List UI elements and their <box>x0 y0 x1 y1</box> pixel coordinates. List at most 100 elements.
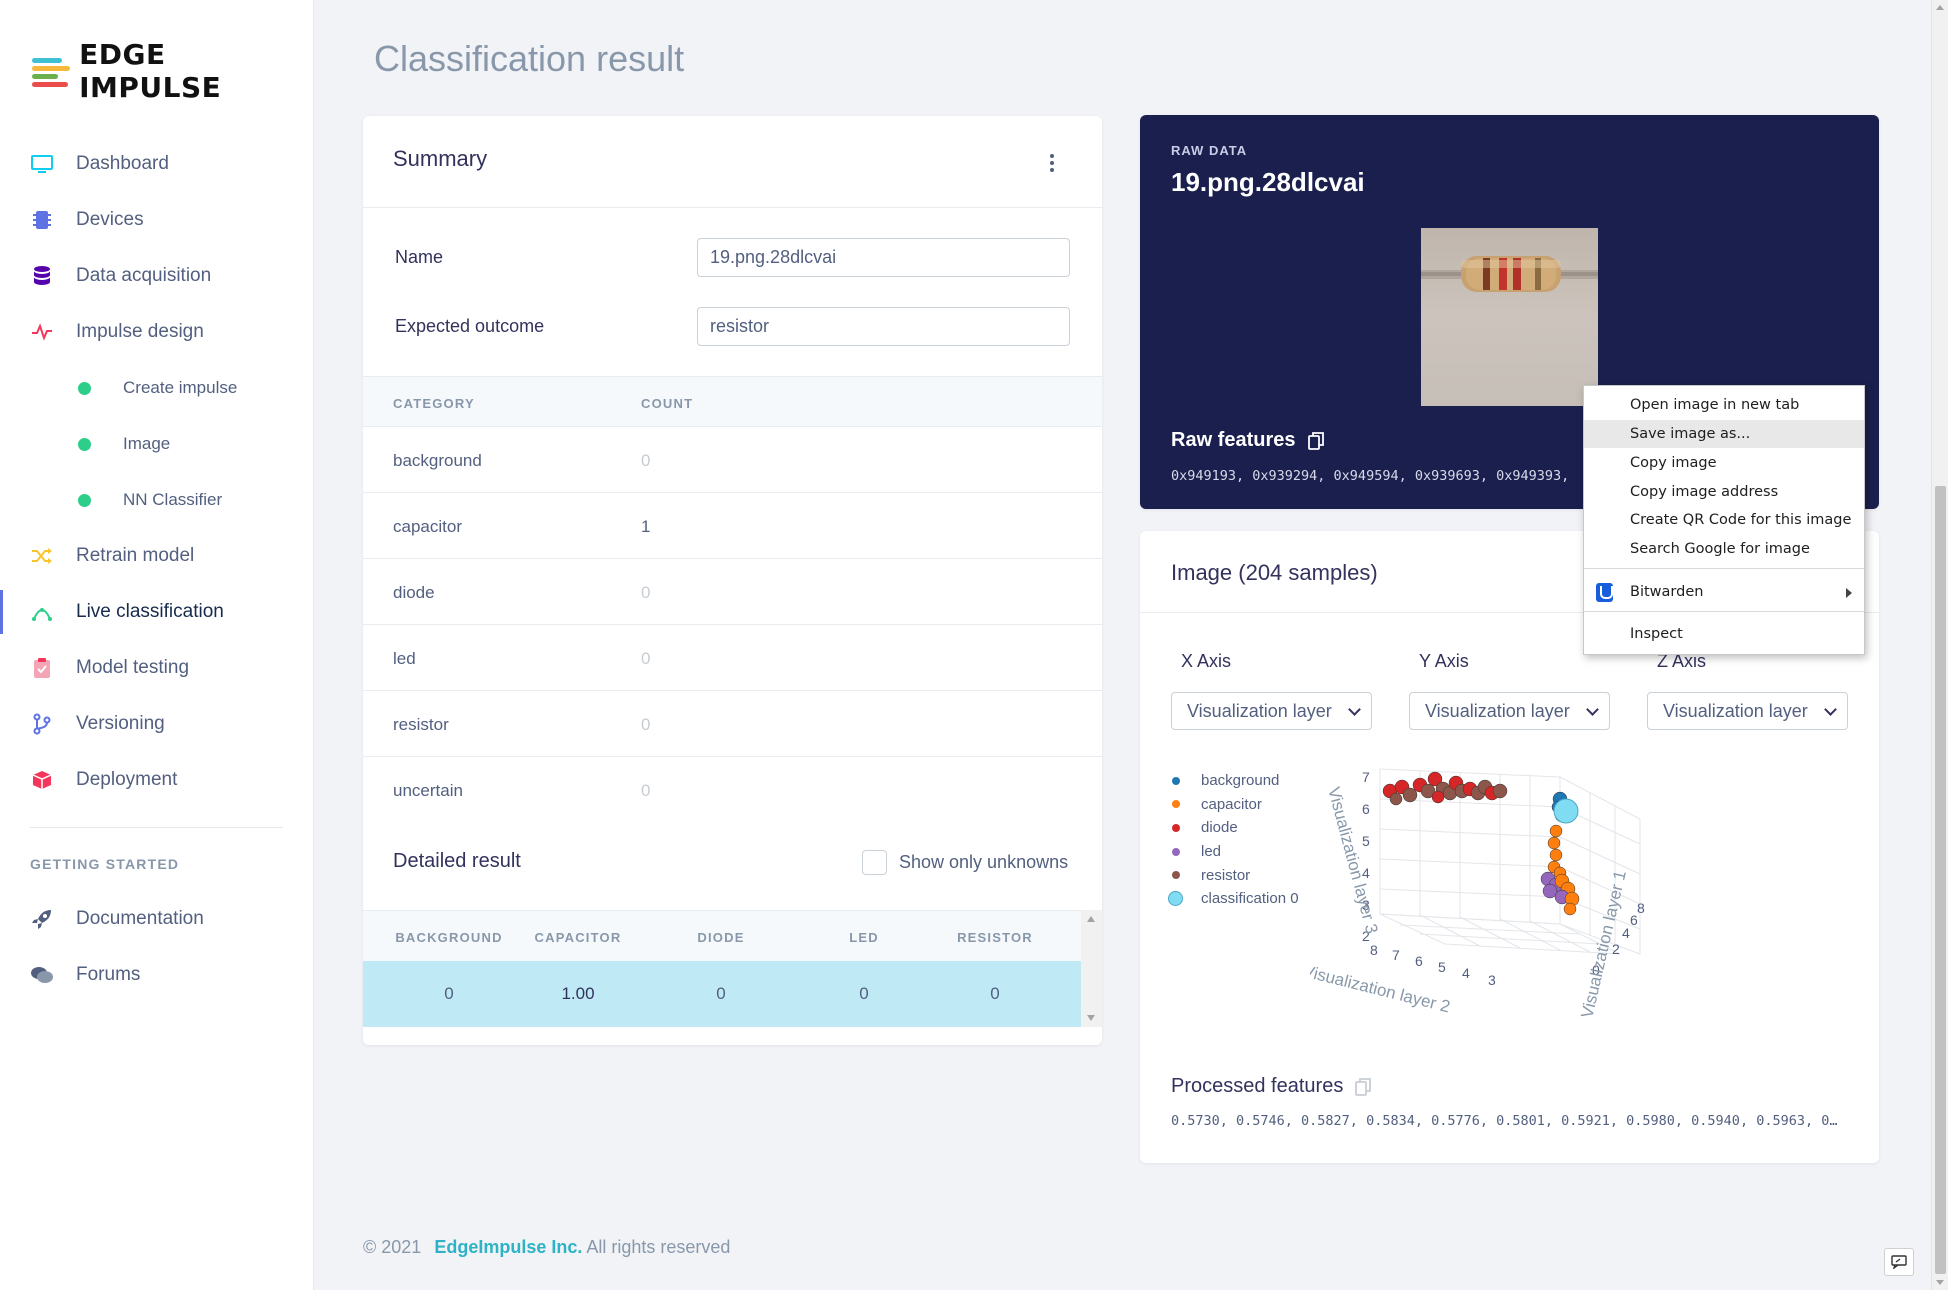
x-tick: 8 <box>1370 942 1378 958</box>
detailed-result-title: Detailed result <box>393 850 521 872</box>
count-cell: 0 <box>641 715 651 734</box>
page-scrollbar[interactable] <box>1931 0 1948 1290</box>
data-point <box>1492 783 1508 799</box>
sidebar-item-image[interactable]: Image <box>0 416 314 472</box>
more-options-icon[interactable] <box>1050 154 1056 172</box>
sidebar-item-forums[interactable]: Forums <box>0 947 314 1003</box>
show-only-unknowns-label: Show only unknowns <box>899 852 1069 872</box>
data-point <box>1563 902 1577 916</box>
legend-item[interactable]: classification 0 <box>1168 887 1299 911</box>
legend-item[interactable]: diode <box>1168 816 1299 840</box>
footer-copyright: © 2021 <box>363 1237 422 1257</box>
sidebar-item-dashboard[interactable]: Dashboard <box>0 136 314 192</box>
raw-features-values: 0x949193, 0x939294, 0x949594, 0x939693, … <box>1171 468 1570 484</box>
show-only-unknowns-toggle[interactable]: Show only unknowns <box>862 850 1068 875</box>
name-label: Name <box>395 247 444 267</box>
sidebar-item-model-testing[interactable]: Model testing <box>0 640 314 696</box>
menu-item-search-google-image[interactable]: Search Google for image <box>1584 535 1864 563</box>
legend-label: capacitor <box>1201 795 1262 813</box>
col-led: LED <box>849 930 879 945</box>
table-row: uncertain 0 <box>363 757 1102 823</box>
sidebar-item-label: Image <box>123 434 171 453</box>
y-tick: 8 <box>1637 900 1645 916</box>
footer-company-link[interactable]: EdgeImpulse Inc. <box>434 1237 582 1257</box>
name-field[interactable]: 19.png.28dlcvai <box>697 238 1070 277</box>
menu-item-copy-image-address[interactable]: Copy image address <box>1584 478 1864 506</box>
col-background: BACKGROUND <box>395 930 503 945</box>
sidebar-item-live-classification[interactable]: Live classification <box>0 584 314 640</box>
menu-item-open-image-new-tab[interactable]: Open image in new tab <box>1584 391 1864 419</box>
legend-marker <box>1168 891 1183 907</box>
sidebar-item-deployment[interactable]: Deployment <box>0 752 314 808</box>
main-nav: Dashboard Devices Data acquisition Impul… <box>0 136 314 808</box>
z-axis-select[interactable]: Visualization layer <box>1647 692 1848 730</box>
raw-data-label: RAW DATA <box>1171 143 1248 158</box>
legend-item[interactable]: resistor <box>1168 863 1299 887</box>
footer: © 2021 EdgeImpulse Inc. All rights reser… <box>363 1237 730 1258</box>
z-tick: 6 <box>1362 801 1370 817</box>
menu-separator <box>1584 568 1864 569</box>
3d-scatter-plot[interactable]: 7 6 5 4 3 2 8 7 6 5 4 3 0 2 4 6 8 Visual… <box>1310 749 1720 1039</box>
table-row: background 0 <box>363 427 1102 493</box>
chat-icon <box>30 963 54 987</box>
legend-item[interactable]: background <box>1168 769 1299 793</box>
menu-item-create-qr-code[interactable]: Create QR Code for this image <box>1584 506 1864 534</box>
dot-icon <box>78 437 91 451</box>
legend-item[interactable]: capacitor <box>1168 793 1299 817</box>
sample-image[interactable] <box>1421 228 1598 406</box>
col-diode: DIODE <box>697 930 745 945</box>
sidebar: EDGE IMPULSE Dashboard Devices Data acqu… <box>0 0 314 1290</box>
menu-item-copy-image[interactable]: Copy image <box>1584 449 1864 477</box>
sidebar-item-data-acquisition[interactable]: Data acquisition <box>0 248 314 304</box>
sidebar-item-devices[interactable]: Devices <box>0 192 314 248</box>
x-axis-select[interactable]: Visualization layer <box>1171 692 1372 730</box>
category-cell: resistor <box>393 715 449 734</box>
y-axis-title: Visualization layer 1 <box>1577 869 1629 1020</box>
count-cell: 0 <box>641 649 651 668</box>
page-title: Classification result <box>374 38 685 79</box>
show-only-unknowns-checkbox[interactable] <box>862 850 887 875</box>
feedback-button[interactable] <box>1884 1248 1914 1276</box>
sidebar-item-nn-classifier[interactable]: NN Classifier <box>0 472 314 528</box>
sidebar-item-versioning[interactable]: Versioning <box>0 696 314 752</box>
y-axis-select[interactable]: Visualization layer <box>1409 692 1610 730</box>
category-cell: capacitor <box>393 517 462 536</box>
sidebar-item-documentation[interactable]: Documentation <box>0 891 314 947</box>
scrollbar-thumb[interactable] <box>1935 486 1946 1274</box>
x-tick: 7 <box>1392 947 1400 963</box>
table-row: diode 0 <box>363 559 1102 625</box>
feature-explorer-title: Image (204 samples) <box>1171 560 1378 585</box>
data-point <box>1547 836 1561 850</box>
sidebar-item-label: Forums <box>76 964 141 985</box>
sidebar-item-label: Impulse design <box>76 321 204 342</box>
z-axis-title: Visualization layer 3 <box>1324 785 1381 936</box>
copy-icon[interactable] <box>1307 431 1324 450</box>
sidebar-item-label: Versioning <box>76 713 165 734</box>
copy-icon[interactable] <box>1355 1077 1372 1096</box>
brand[interactable]: EDGE IMPULSE <box>30 38 313 104</box>
category-table-header: CATEGORY COUNT <box>363 376 1102 427</box>
nav-divider <box>30 827 283 828</box>
menu-item-save-image-as[interactable]: Save image as... <box>1584 420 1864 448</box>
sidebar-item-impulse-design[interactable]: Impulse design <box>0 304 314 360</box>
detailed-table-scrollbar[interactable] <box>1081 910 1102 1027</box>
legend-label: background <box>1201 772 1280 790</box>
sidebar-item-create-impulse[interactable]: Create impulse <box>0 360 314 416</box>
x-tick: 5 <box>1438 959 1446 975</box>
category-cell: background <box>393 451 482 470</box>
processed-features-title: Processed features <box>1171 1075 1372 1098</box>
legend-marker <box>1172 847 1180 856</box>
menu-item-bitwarden[interactable]: Bitwarden <box>1584 578 1864 606</box>
category-cell: uncertain <box>393 781 463 800</box>
database-icon <box>30 264 54 288</box>
legend-item[interactable]: led <box>1168 840 1299 864</box>
expected-outcome-field[interactable]: resistor <box>697 307 1070 346</box>
sidebar-item-retrain-model[interactable]: Retrain model <box>0 528 314 584</box>
sidebar-item-label: Devices <box>76 209 144 230</box>
scroll-down-icon[interactable] <box>1936 1280 1944 1285</box>
detailed-table-row[interactable]: 0 1.00 0 0 0 <box>363 961 1081 1027</box>
led-score: 0 <box>859 984 869 1003</box>
data-point <box>1389 792 1403 806</box>
scroll-up-icon[interactable] <box>1936 5 1944 10</box>
menu-item-inspect[interactable]: Inspect <box>1584 620 1864 648</box>
